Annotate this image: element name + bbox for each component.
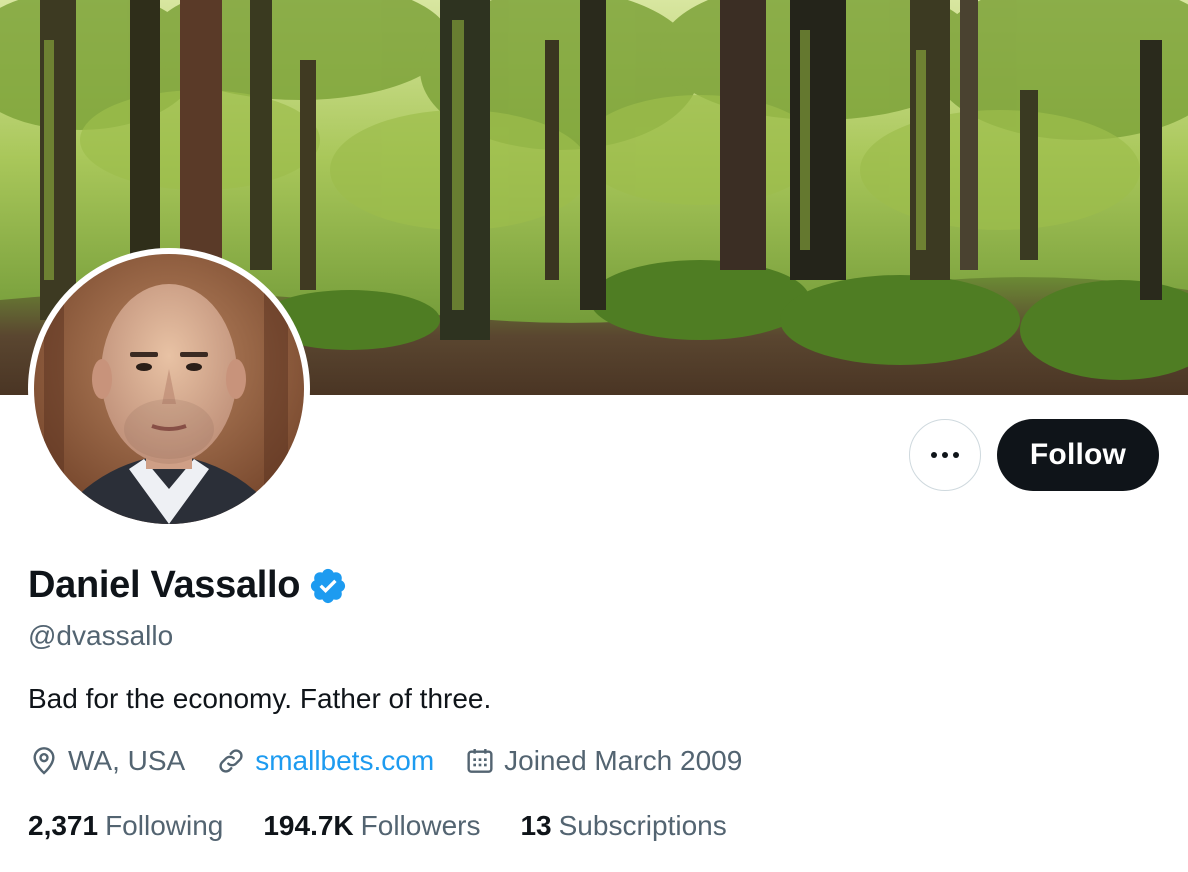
display-name-row: Daniel Vassallo [28,564,348,607]
subscriptions-label: Subscriptions [558,810,727,841]
location-item: WA, USA [28,745,185,777]
calendar-icon [467,749,493,773]
profile-meta-row: WA, USA smallbets.com Joined March 2009 [28,745,772,777]
followers-label: Followers [360,810,481,841]
followers-link[interactable]: 194.7K Followers [263,810,480,842]
subscriptions-link[interactable]: 13 Subscriptions [520,810,726,842]
joined-item: Joined March 2009 [464,745,742,777]
follow-button[interactable]: Follow [997,419,1159,491]
location-text: WA, USA [68,745,186,776]
profile-stats-row: 2,371 Following 194.7K Followers 13 Subscri… [28,810,767,842]
user-handle: @dvassallo [28,620,174,651]
website-link[interactable]: smallbets.com [255,745,434,777]
more-options-button[interactable] [909,419,981,491]
profile-bio: Bad for the economy. Father of three. [28,683,492,714]
verified-badge-icon[interactable] [308,566,348,606]
profile-avatar[interactable] [28,248,310,530]
joined-date-text: Joined March 2009 [504,745,743,776]
following-link[interactable]: 2,371 Following [28,810,223,842]
avatar-photo [34,254,304,524]
avatar-portrait-graphic [34,254,304,524]
profile-page: Follow Daniel Vassallo @dvassallo Bad fo… [0,0,1188,872]
more-horizontal-icon [931,452,959,458]
subscriptions-count: 13 [520,810,552,841]
link-icon [219,749,243,773]
display-name: Daniel Vassallo [28,564,301,606]
location-pin-icon [33,747,55,775]
following-count: 2,371 [28,810,99,841]
website-item: smallbets.com [215,745,434,777]
followers-count: 194.7K [263,810,354,841]
following-label: Following [105,810,224,841]
